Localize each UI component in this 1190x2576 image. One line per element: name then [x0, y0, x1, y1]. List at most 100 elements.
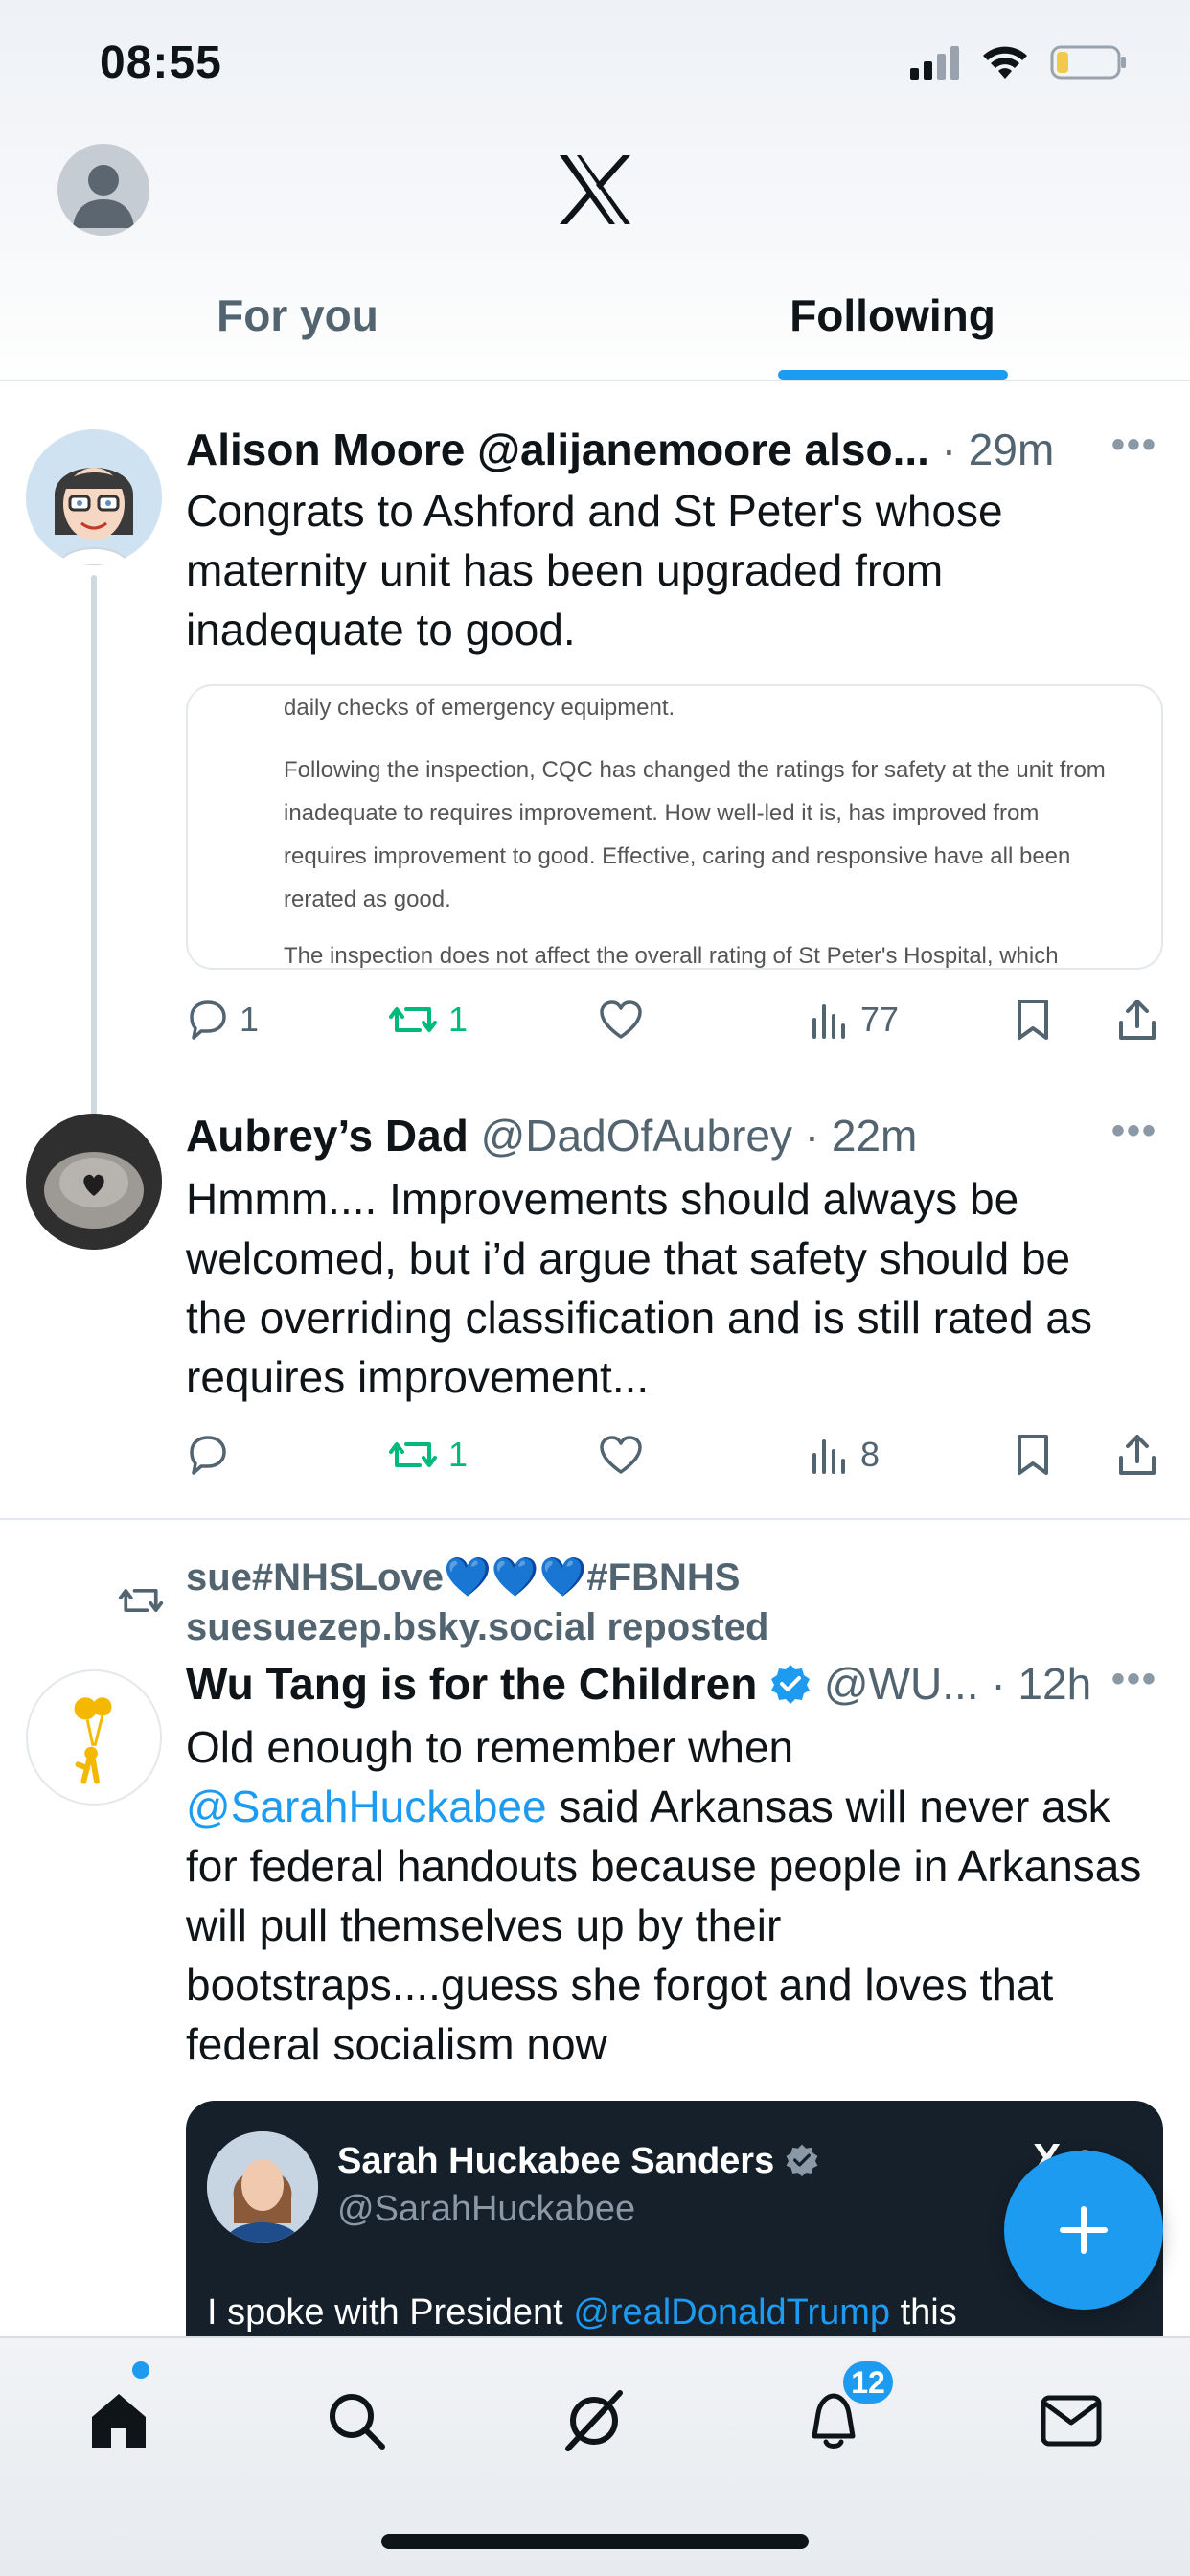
verified-badge-icon [771, 1665, 811, 1704]
share-button[interactable] [1115, 991, 1159, 1048]
views-count: 8 [860, 1435, 881, 1474]
tweet-text: Hmmm.... Improvements should always be w… [186, 1174, 1093, 1402]
nav-home[interactable] [71, 2373, 167, 2469]
nav-grok[interactable] [546, 2373, 642, 2469]
tab-following[interactable]: Following [595, 278, 1190, 380]
bookmark-icon [1018, 1435, 1048, 1475]
author-name[interactable]: Alison Moore @alijanemoore also... [186, 425, 929, 474]
author-name[interactable]: Wu Tang is for the Children [186, 1659, 757, 1709]
yellow-balloon-figure-icon [74, 1697, 112, 1784]
tweet-image-card[interactable]: daily checks of emergency equipment. Fol… [186, 684, 1163, 970]
notification-badge: 12 [839, 2358, 897, 2407]
views-count: 77 [860, 1000, 900, 1039]
quoted-author-name: Sarah Huckabee Sanders [337, 2141, 819, 2182]
tweet-aubreys-dad[interactable]: Aubrey’s Dad @DadOfAubrey · 22m ••• Hmmm… [0, 1085, 1190, 1516]
thread-line [91, 575, 97, 1123]
heart-icon [600, 1000, 642, 1039]
status-time: 08:55 [100, 37, 222, 88]
home-indicator[interactable] [381, 2534, 809, 2549]
reply-icon [190, 1000, 226, 1040]
views-icon [812, 1004, 845, 1039]
like-button[interactable] [598, 1426, 644, 1484]
quoted-mention-link[interactable]: @realDonaldTrump [573, 2292, 890, 2333]
hand-heart-photo-icon [26, 1114, 162, 1250]
author-handle[interactable]: @DadOfAubrey [481, 1111, 792, 1161]
compose-button[interactable] [1004, 2150, 1163, 2310]
mention-link[interactable]: @SarahHuckabee [186, 1782, 547, 1831]
plus-icon [1060, 2206, 1108, 2254]
quoted-tweet-text: I spoke with President @realDonaldTrump … [207, 2292, 957, 2334]
heart-icon [600, 1436, 642, 1474]
grok-icon [565, 2390, 623, 2451]
cartoon-avatar-icon [26, 429, 162, 565]
default-avatar-icon [73, 165, 134, 228]
tweet-text-part: Old enough to remember when [186, 1722, 794, 1772]
nav-search[interactable] [309, 2373, 404, 2469]
quoted-author-avatar [207, 2131, 318, 2242]
reply-icon [190, 1436, 226, 1475]
repost-count: 1 [448, 1000, 469, 1039]
timestamp[interactable]: · 12h [991, 1659, 1091, 1709]
tweet-header: Wu Tang is for the Children @WU... · 12h [186, 1658, 1104, 1710]
tweet-header: Aubrey’s Dad @DadOfAubrey · 22m [186, 1110, 1104, 1162]
repost-icon [389, 1007, 437, 1032]
card-line-last: The inspection does not affect the overa… [284, 943, 1059, 969]
share-icon [1119, 1435, 1156, 1475]
more-options-icon[interactable]: ••• [1111, 1110, 1157, 1153]
portrait-photo-icon [207, 2131, 318, 2242]
reply-button[interactable]: 1 [186, 991, 259, 1048]
views-icon [812, 1439, 845, 1474]
quoted-author-handle: @SarahHuckabee [337, 2189, 636, 2229]
timestamp[interactable]: · 22m [805, 1111, 918, 1161]
verified-gray-badge-icon [786, 2144, 818, 2177]
tweet-header: Alison Moore @alijanemoore also... · 29m [186, 424, 1104, 475]
views-button[interactable]: 77 [809, 991, 899, 1048]
tweet-text: Old enough to remember when @SarahHuckab… [186, 1717, 1142, 2074]
reply-button[interactable] [186, 1426, 230, 1484]
messages-icon [1041, 2395, 1102, 2447]
search-icon [330, 2394, 385, 2450]
repost-button[interactable]: 1 [387, 1426, 468, 1484]
reposted-icon [118, 1588, 164, 1613]
card-line: daily checks of emergency equipment. [284, 695, 675, 721]
like-button[interactable] [598, 991, 644, 1048]
bookmark-button[interactable] [1014, 1426, 1052, 1484]
avatar-aubreys-dad[interactable] [26, 1114, 162, 1250]
reposted-by-label[interactable]: suesuezep.bsky.social reposted [186, 1602, 768, 1652]
author-handle[interactable]: @WU... [824, 1659, 979, 1709]
quoted-author-name-text: Sarah Huckabee Sanders [337, 2141, 775, 2181]
x-logo-icon[interactable] [556, 153, 634, 226]
timeline-tabs: For you Following [0, 278, 1190, 381]
tab-for-you[interactable]: For you [0, 278, 595, 380]
wifi-icon [983, 46, 1027, 79]
views-button[interactable]: 8 [809, 1426, 880, 1484]
tweet-actions: 1 8 [186, 1426, 1163, 1484]
more-options-icon[interactable]: ••• [1111, 424, 1157, 467]
home-icon [92, 2394, 146, 2448]
quoted-text-part: this [890, 2292, 957, 2333]
nav-messages[interactable] [1023, 2373, 1119, 2469]
tweet-alison-moore[interactable]: Alison Moore @alijanemoore also... · 29m… [0, 395, 1190, 1123]
author-name[interactable]: Aubrey’s Dad [186, 1111, 469, 1161]
reposted-by-name[interactable]: sue#NHSLove💙💙💙#FBNHS [186, 1552, 740, 1602]
cellular-signal-icon [910, 46, 959, 80]
battery-icon [1050, 45, 1126, 80]
avatar-wu-tang[interactable] [26, 1669, 162, 1806]
repost-count: 1 [448, 1435, 469, 1474]
home-unread-dot [132, 2361, 149, 2379]
timestamp[interactable]: · 29m [942, 425, 1055, 474]
bookmark-button[interactable] [1014, 991, 1052, 1048]
reply-count: 1 [240, 1000, 260, 1039]
avatar-alison-moore[interactable] [26, 429, 162, 565]
share-button[interactable] [1115, 1426, 1159, 1484]
repost-button[interactable]: 1 [387, 991, 468, 1048]
tweet-actions: 1 1 77 [186, 991, 1163, 1048]
top-header: 08:55 For you Following [0, 0, 1190, 395]
quoted-text-part: I spoke with President [207, 2292, 574, 2333]
more-options-icon[interactable]: ••• [1111, 1658, 1157, 1701]
profile-avatar-button[interactable] [57, 144, 149, 236]
status-icons [908, 44, 1127, 80]
bookmark-icon [1018, 1000, 1048, 1040]
share-icon [1119, 1000, 1156, 1040]
tweet-text: Congrats to Ashford and St Peter's whose… [186, 486, 1003, 655]
